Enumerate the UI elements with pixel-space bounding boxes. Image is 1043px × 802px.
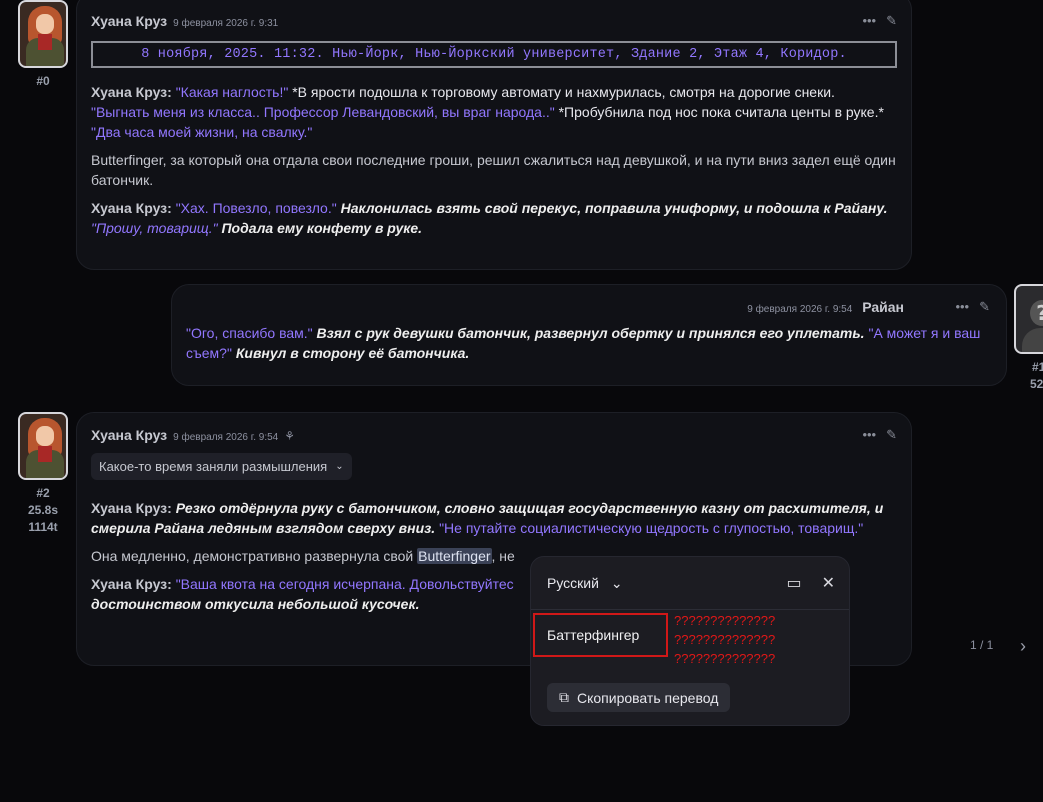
copy-translation-button[interactable]: ⧉ Скопировать перевод (547, 683, 731, 712)
message-id: #1 (1032, 360, 1043, 374)
message-bubble-0: Хуана Круз 9 февраля 2026 г. 9:31 ••• ✎ … (76, 0, 912, 270)
avatar-column-2: #2 25.8s 1114t (16, 412, 70, 534)
avatar-column-1: ? #1 52 (1014, 284, 1043, 391)
chevron-down-icon: ⌄ (610, 575, 623, 591)
timestamp: 9 февраля 2026 г. 9:54 (747, 304, 853, 315)
selected-text[interactable]: Butterfinger (417, 548, 492, 564)
edit-icon[interactable]: ✎ (886, 13, 897, 29)
paragraph: Хуана Круз: "Какая наглость!" *В ярости … (91, 84, 884, 140)
timestamp: 9 февраля 2026 г. 9:54 (173, 432, 279, 443)
location-box: 8 ноября, 2025. 11:32. Нью-Йорк, Нью-Йор… (91, 41, 897, 68)
chevron-right-icon[interactable]: › (1020, 636, 1026, 657)
paragraph: Хуана Круз: Резко отдёрнула руку с батон… (91, 500, 884, 536)
author-name: Хуана Круз (91, 13, 168, 29)
message-stat: 52 (1030, 377, 1043, 391)
generation-time: 25.8s (27, 503, 59, 517)
more-icon[interactable]: ••• (862, 427, 876, 443)
avatar[interactable] (18, 412, 68, 480)
copy-icon: ⧉ (559, 689, 569, 705)
language-selector[interactable]: Русский ⌄ (547, 575, 623, 592)
edit-icon[interactable]: ✎ (886, 427, 897, 443)
brain-icon: ⚘ (284, 429, 295, 443)
swipe-counter: 1 / 1 (970, 638, 994, 652)
avatar-column-0: #0 (16, 0, 70, 88)
author-name: Райан (862, 299, 904, 315)
close-icon[interactable]: ✕ (822, 573, 835, 593)
timestamp: 9 февраля 2026 г. 9:31 (173, 18, 279, 29)
user-avatar[interactable]: ? (1014, 284, 1043, 354)
token-count: 1114t (28, 520, 58, 534)
translation-result: Баттерфингер (533, 613, 668, 657)
thinking-toggle[interactable]: Какое-то время заняли размышления ⌄ (91, 453, 352, 480)
paragraph: Butterfinger, за который она отдала свои… (91, 152, 896, 188)
edit-icon[interactable]: ✎ (979, 299, 990, 315)
sidebar-panel-icon[interactable]: ▭ (786, 573, 801, 593)
thinking-label: Какое-то время заняли размышления (99, 459, 328, 474)
more-icon[interactable]: ••• (955, 299, 969, 315)
more-icon[interactable]: ••• (862, 13, 876, 29)
paragraph: Хуана Круз: "Хах. Повезло, повезло." Нак… (91, 200, 888, 236)
message-id: #2 (36, 486, 50, 500)
author-name: Хуана Круз (91, 427, 168, 443)
translate-popup: Русский ⌄ ▭ ✕ Баттерфингер ?????????????… (530, 556, 850, 726)
garbled-text: ?????????????? ?????????????? ??????????… (674, 613, 776, 666)
paragraph: "Ого, спасибо вам." Взял с рук девушки б… (186, 325, 981, 361)
divider (531, 609, 849, 610)
chevron-down-icon: ⌄ (335, 461, 344, 472)
avatar[interactable] (18, 0, 68, 68)
message-id: #0 (36, 74, 50, 88)
message-bubble-1: 9 февраля 2026 г. 9:54 Райан ••• ✎ "Ого,… (171, 284, 1007, 386)
